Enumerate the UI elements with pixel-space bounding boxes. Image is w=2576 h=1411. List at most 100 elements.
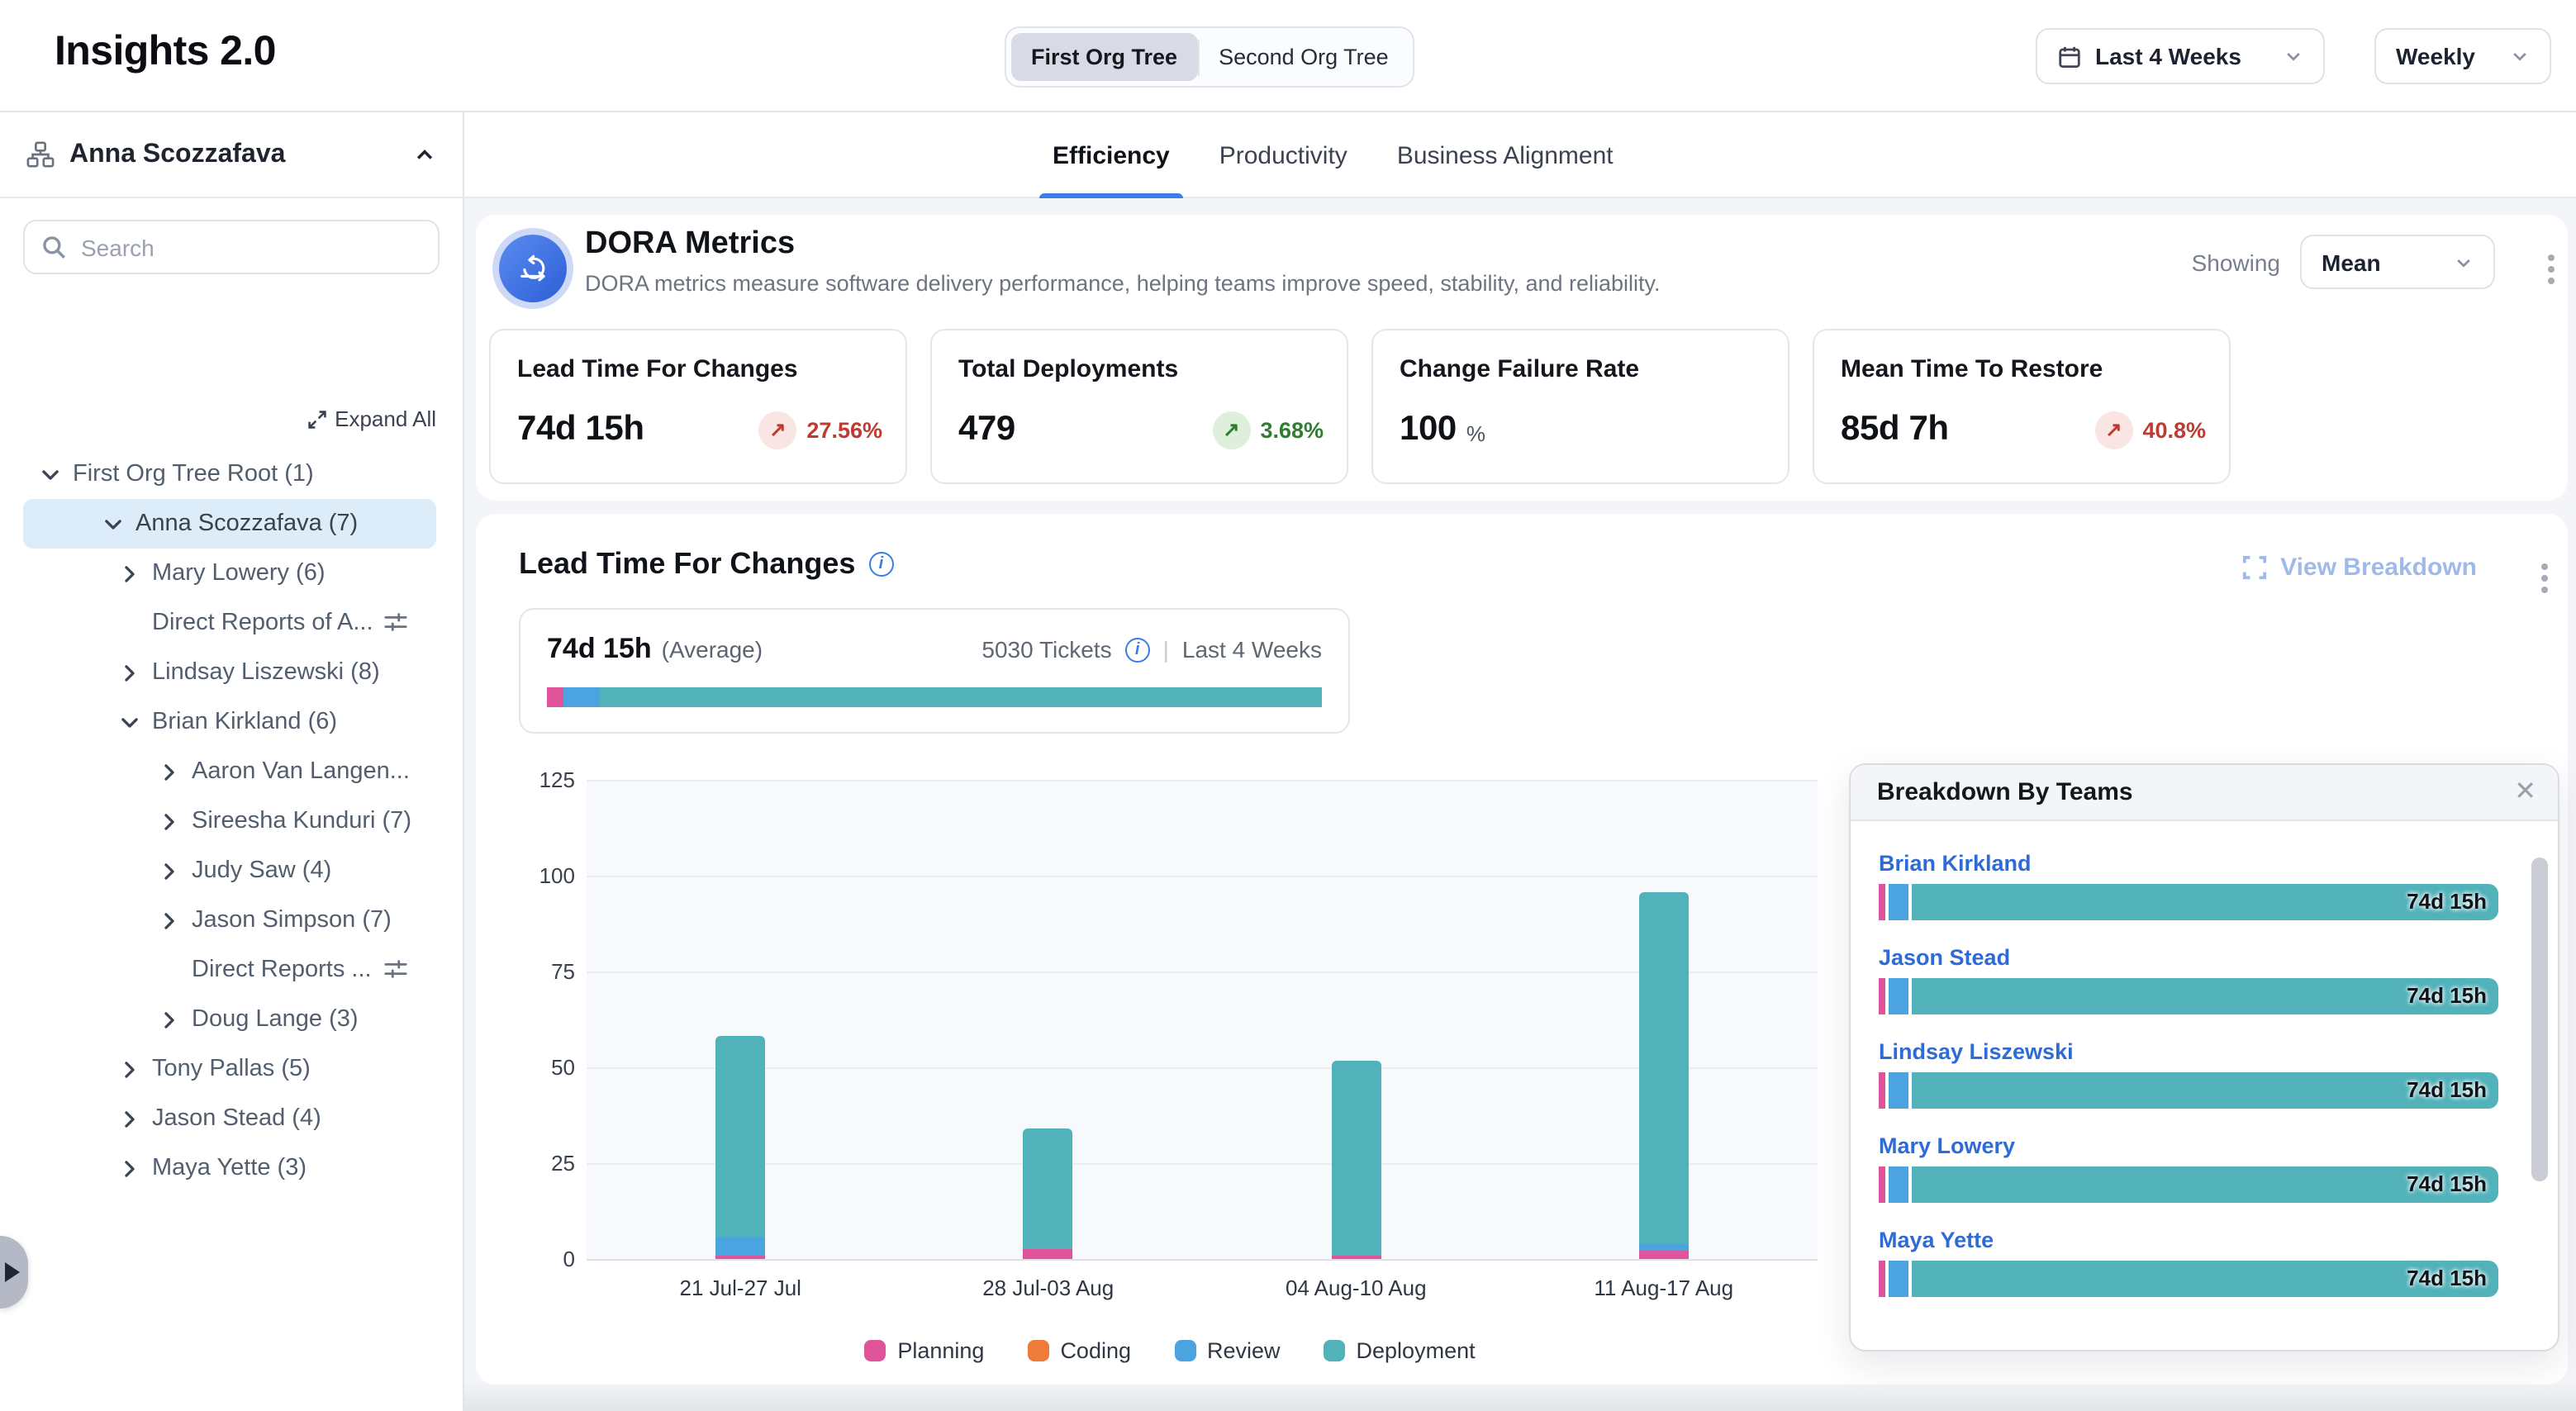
view-breakdown-button[interactable]: View Breakdown (2242, 553, 2477, 582)
chart-bar-21-jul-27-jul[interactable] (715, 1037, 765, 1259)
app-window: Insights 2.0 First Org Tree Second Org T… (0, 0, 2576, 1411)
team-bar[interactable]: 74d 15h (1879, 1261, 2498, 1297)
team-bar-value: 74d 15h (2407, 889, 2487, 914)
chevron-right-icon[interactable] (119, 662, 152, 683)
chevron-right-icon[interactable] (159, 761, 192, 782)
chevron-down-icon[interactable] (102, 513, 135, 534)
chevron-up-icon[interactable] (413, 143, 436, 166)
tab-business-alignment[interactable]: Business Alignment (1394, 112, 1617, 198)
search-input[interactable] (23, 220, 440, 274)
divider: | (1163, 636, 1169, 663)
y-axis-tick: 100 (522, 863, 575, 888)
sidebar-item-direct-reports-of-a[interactable]: Direct Reports of A... (0, 598, 461, 648)
team-bar[interactable]: 74d 15h (1879, 884, 2498, 920)
average-label: (Average) (662, 636, 763, 663)
chevron-right-icon[interactable] (159, 810, 192, 832)
chart-bar-11-aug-17-aug[interactable] (1639, 893, 1689, 1259)
chart-bar-04-aug-10-aug[interactable] (1331, 1061, 1381, 1259)
team-name-link[interactable]: Brian Kirkland (1879, 851, 2032, 876)
sidebar-item-maya-yette-3[interactable]: Maya Yette (3) (0, 1143, 461, 1193)
team-name-link[interactable]: Jason Stead (1879, 945, 2010, 970)
bottom-fade (464, 1381, 2576, 1411)
metric-card-title: Total Deployments (958, 355, 1320, 383)
y-axis-tick: 75 (522, 959, 575, 984)
toggle-first-org-tree[interactable]: First Org Tree (1011, 33, 1197, 81)
metric-cards: Lead Time For Changes74d 15h↗27.56%Total… (489, 329, 2231, 484)
sidebar-item-judy-saw-4[interactable]: Judy Saw (4) (0, 846, 461, 896)
aggregation-value: Mean (2322, 249, 2381, 275)
average-summary-card: 74d 15h (Average) 5030 Tickets i | Last … (519, 608, 1350, 734)
sidebar-item-jason-stead-4[interactable]: Jason Stead (4) (0, 1094, 461, 1143)
team-bar[interactable]: 74d 15h (1879, 978, 2498, 1014)
granularity-select[interactable]: Weekly (2374, 28, 2551, 84)
legend-item-review[interactable]: Review (1174, 1338, 1281, 1363)
toggle-second-org-tree[interactable]: Second Org Tree (1199, 33, 1409, 81)
sidebar-item-aaron-van-langen[interactable]: Aaron Van Langen... (0, 747, 461, 796)
team-bar[interactable]: 74d 15h (1879, 1166, 2498, 1203)
team-row: Jason Stead 74d 15h (1879, 943, 2498, 1014)
team-row: Mary Lowery 74d 15h (1879, 1132, 2498, 1203)
sidebar-item-direct-reports[interactable]: Direct Reports ... (0, 945, 461, 995)
sidebar-item-jason-simpson-7[interactable]: Jason Simpson (7) (0, 896, 461, 945)
legend-item-planning[interactable]: Planning (864, 1338, 984, 1363)
sidebar-item-mary-lowery-6[interactable]: Mary Lowery (6) (0, 549, 461, 598)
trend-badge: ↗40.8% (2094, 411, 2206, 449)
info-icon[interactable]: i (1125, 637, 1150, 662)
sidebar-item-tony-pallas-5[interactable]: Tony Pallas (5) (0, 1044, 461, 1094)
sidebar-item-lindsay-liszewski-8[interactable]: Lindsay Liszewski (8) (0, 648, 461, 697)
team-name-link[interactable]: Maya Yette (1879, 1228, 1994, 1252)
legend-swatch (1324, 1340, 1345, 1361)
filter-icon[interactable] (383, 610, 408, 634)
x-axis-label: 11 Aug-17 Aug (1510, 1276, 1818, 1300)
sidebar-item-brian-kirkland-6[interactable]: Brian Kirkland (6) (0, 697, 461, 747)
close-icon[interactable]: ✕ (2514, 779, 2536, 805)
y-axis-tick: 50 (522, 1055, 575, 1080)
sidebar-user-header[interactable]: Anna Scozzafava (0, 112, 463, 198)
team-bar[interactable]: 74d 15h (1879, 1072, 2498, 1109)
chart-bar-28-jul-03-aug[interactable] (1024, 1128, 1073, 1259)
sidebar-item-doug-lange-3[interactable]: Doug Lange (3) (0, 995, 461, 1044)
dora-metrics-section: DORA Metrics DORA metrics measure softwa… (476, 215, 2568, 501)
chart-bar-column (1510, 780, 1818, 1259)
chevron-right-icon[interactable] (119, 563, 152, 584)
trend-delta: 40.8% (2142, 417, 2206, 442)
tree-item-label: Tony Pallas (5) (152, 1056, 311, 1082)
info-icon[interactable]: i (868, 552, 893, 577)
phase-segment-planning (547, 687, 564, 707)
date-range-select[interactable]: Last 4 Weeks (2036, 28, 2325, 84)
aggregation-select[interactable]: Mean (2300, 235, 2495, 289)
expand-all-button[interactable]: Expand All (307, 406, 436, 431)
tree-item-label: Anna Scozzafava (7) (135, 511, 358, 537)
granularity-value: Weekly (2396, 43, 2475, 69)
filter-icon[interactable] (383, 957, 408, 981)
team-row: Maya Yette 74d 15h (1879, 1226, 2498, 1297)
sidebar-item-sireesha-kunduri-7[interactable]: Sireesha Kunduri (7) (0, 796, 461, 846)
chevron-down-icon[interactable] (40, 463, 73, 485)
tab-productivity[interactable]: Productivity (1216, 112, 1351, 198)
chevron-right-icon[interactable] (119, 1157, 152, 1179)
chevron-right-icon[interactable] (119, 1058, 152, 1080)
dora-kebab-menu[interactable] (2541, 248, 2561, 291)
team-name-link[interactable]: Lindsay Liszewski (1879, 1039, 2074, 1064)
sidebar-item-anna-scozzafava-7[interactable]: Anna Scozzafava (7) (23, 499, 436, 549)
sidebar-item-first-org-tree-root-1[interactable]: First Org Tree Root (1) (0, 449, 461, 499)
app-title: Insights 2.0 (55, 28, 276, 76)
chevron-right-icon[interactable] (159, 910, 192, 931)
chevron-right-icon[interactable] (159, 1009, 192, 1030)
tab-efficiency[interactable]: Efficiency (1049, 112, 1173, 198)
metric-card-title: Lead Time For Changes (517, 355, 879, 383)
dora-subtitle: DORA metrics measure software delivery p… (585, 271, 1661, 296)
sidebar-search (23, 220, 440, 274)
legend-item-coding[interactable]: Coding (1027, 1338, 1131, 1363)
chevron-down-icon[interactable] (119, 711, 152, 733)
team-name-link[interactable]: Mary Lowery (1879, 1133, 2015, 1158)
scrollbar-thumb[interactable] (2531, 858, 2548, 1181)
chevron-right-icon[interactable] (159, 860, 192, 881)
metric-card-unit: % (1466, 421, 1485, 446)
trend-up-arrow-icon: ↗ (758, 411, 796, 449)
trend-badge: ↗3.68% (1212, 411, 1324, 449)
legend-item-deployment[interactable]: Deployment (1324, 1338, 1476, 1363)
lead-time-kebab-menu[interactable] (2535, 557, 2555, 600)
tree-item-label: Lindsay Liszewski (8) (152, 659, 380, 686)
chevron-right-icon[interactable] (119, 1108, 152, 1129)
